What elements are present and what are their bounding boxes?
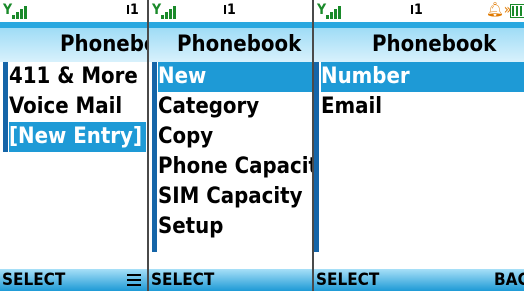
scrollbar[interactable]: [3, 62, 8, 152]
status-bar: Y Ⅰ1 🔔︎»: [314, 0, 524, 22]
phonebook-screen-3: Y Ⅰ1 🔔︎» Phonebook Number Email SELECT B…: [314, 0, 524, 291]
line-indicator: Ⅰ1: [223, 2, 236, 18]
list-item[interactable]: Email: [321, 92, 382, 122]
list-item[interactable]: Phone Capacity: [158, 152, 312, 182]
list-item-selected[interactable]: [New Entry]: [9, 122, 146, 152]
line-indicator: Ⅰ1: [126, 2, 139, 18]
list-item[interactable]: 411 & More: [9, 62, 138, 92]
scrollbar[interactable]: [314, 62, 319, 252]
title-bar: Phonebook: [0, 28, 147, 62]
title-bar: Phonebook: [149, 28, 312, 62]
menu-icon[interactable]: [127, 274, 141, 286]
list-item[interactable]: Voice Mail: [9, 92, 122, 122]
page-title: Phonebook: [372, 32, 497, 57]
line-indicator: Ⅰ1: [410, 2, 423, 18]
signal-strength-icon: Y: [317, 3, 343, 19]
select-softkey[interactable]: SELECT: [316, 270, 379, 290]
list-item-selected[interactable]: Number: [321, 62, 524, 92]
page-title: Phonebook: [177, 32, 302, 57]
page-title: Phonebook: [60, 32, 147, 57]
signal-strength-icon: Y: [3, 3, 29, 19]
title-bar: Phonebook: [314, 28, 524, 62]
alarm-bell-icon: 🔔︎»: [486, 2, 512, 18]
select-softkey[interactable]: SELECT: [2, 270, 65, 290]
status-bar: Y Ⅰ1: [149, 0, 312, 22]
scrollbar[interactable]: [152, 62, 157, 252]
softkey-bar: SELECT: [0, 269, 147, 291]
list-item[interactable]: Category: [158, 92, 259, 122]
battery-icon: [510, 4, 524, 18]
list-item[interactable]: Copy: [158, 122, 213, 152]
list-item[interactable]: Setup: [158, 212, 223, 242]
select-softkey[interactable]: SELECT: [151, 270, 214, 290]
softkey-bar: SELECT: [149, 269, 312, 291]
list-item[interactable]: SIM Capacity: [158, 182, 302, 212]
phonebook-screen-2: Y Ⅰ1 Phonebook New Category Copy Phone C…: [149, 0, 312, 291]
list-item-selected[interactable]: New: [158, 62, 312, 92]
back-softkey[interactable]: BACK: [494, 270, 524, 290]
softkey-bar: SELECT BACK: [314, 269, 524, 291]
phonebook-screen-1: Y Ⅰ1 Phonebook 411 & More Voice Mail [Ne…: [0, 0, 147, 291]
status-bar: Y Ⅰ1: [0, 0, 147, 22]
signal-strength-icon: Y: [152, 3, 178, 19]
